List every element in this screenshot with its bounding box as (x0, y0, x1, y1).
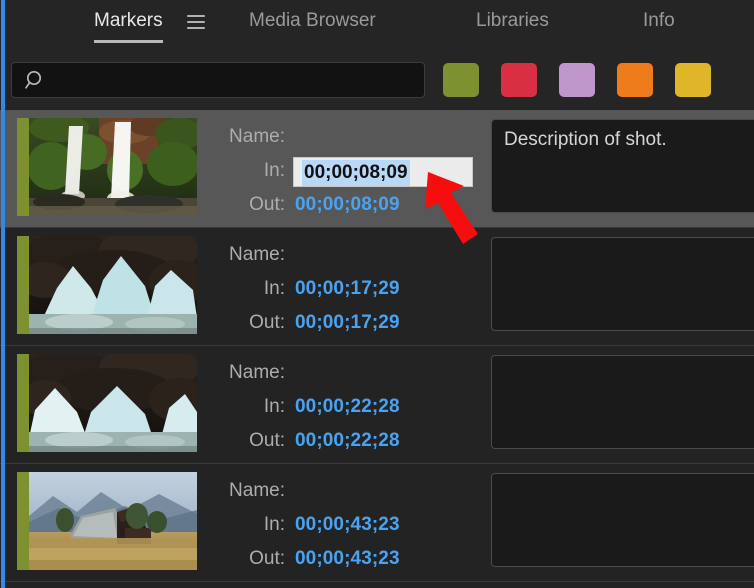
marker-out-row: Out: 00;00;22;28 (205, 424, 470, 458)
marker-fields: Name:In: 00;00;22;28 Out: 00;00;22;28 (205, 356, 470, 458)
marker-in-label: In: (205, 272, 285, 306)
tab-markers-label: Markers (94, 10, 163, 31)
tab-markers[interactable]: Markers (94, 8, 163, 42)
search-input[interactable] (11, 62, 425, 98)
tab-media-browser[interactable]: Media Browser (249, 8, 376, 42)
barn-thumbnail[interactable] (29, 472, 197, 570)
iceberg-b-thumbnail[interactable] (29, 354, 197, 452)
marker-name-label: Name: (205, 356, 285, 390)
in-timecode-input[interactable]: 00;00;08;09 (293, 157, 473, 187)
marker-color-strip[interactable] (17, 118, 29, 216)
swatch-purple[interactable] (559, 63, 595, 97)
swatch-orange[interactable] (617, 63, 653, 97)
marker-color-strip[interactable] (17, 354, 29, 452)
tab-active-underline (94, 40, 163, 43)
out-timecode-value[interactable]: 00;00;17;29 (295, 306, 400, 340)
marker-color-strip[interactable] (17, 236, 29, 334)
out-timecode-value[interactable]: 00;00;22;28 (295, 424, 400, 458)
marker-row[interactable]: Name:In: 00;00;22;28 Out: 00;00;22;28 (0, 346, 754, 464)
marker-name-label: Name: (205, 120, 285, 154)
panel-focus-indicator (1, 0, 5, 588)
marker-row[interactable]: Name:In: 00;00;08;09 Out: 00;00;08;09 Descri… (0, 110, 754, 228)
in-timecode-value[interactable]: 00;00;43;23 (295, 508, 400, 542)
search-icon (25, 70, 47, 92)
marker-in-label: In: (205, 508, 285, 542)
marker-out-label: Out: (205, 424, 285, 458)
marker-out-label: Out: (205, 188, 285, 222)
marker-in-label: In: (205, 390, 285, 424)
marker-fields: Name:In: 00;00;17;29 Out: 00;00;17;29 (205, 238, 470, 340)
marker-name-label: Name: (205, 474, 285, 508)
waterfall-thumbnail[interactable] (29, 118, 197, 216)
marker-out-row: Out: 00;00;17;29 (205, 306, 470, 340)
marker-name-row: Name: (205, 356, 470, 390)
in-timecode-value[interactable]: 00;00;22;28 (295, 390, 400, 424)
out-timecode-value[interactable]: 00;00;08;09 (295, 188, 400, 222)
marker-out-row: Out: 00;00;08;09 (205, 188, 470, 222)
marker-name-label: Name: (205, 238, 285, 272)
marker-description-input[interactable] (491, 237, 754, 331)
marker-description-input[interactable] (491, 473, 754, 567)
marker-out-row: Out: 00;00;43;23 (205, 542, 470, 576)
marker-name-row: Name: (205, 120, 470, 154)
in-timecode-selected-text: 00;00;08;09 (302, 160, 410, 186)
marker-in-row: In: 00;00;22;28 (205, 390, 470, 424)
marker-in-row: In: 00;00;17;29 (205, 272, 470, 306)
marker-row[interactable]: Name:In: 00;00;17;29 Out: 00;00;17;29 (0, 228, 754, 346)
markers-panel: Markers Media Browser Libraries Info (0, 0, 754, 588)
swatch-green[interactable] (443, 63, 479, 97)
marker-description-text: Description of shot. (504, 128, 667, 152)
tab-media-browser-label: Media Browser (249, 10, 376, 31)
out-timecode-value[interactable]: 00;00;43;23 (295, 542, 400, 576)
marker-name-row: Name: (205, 238, 470, 272)
marker-in-row: In: 00;00;08;09 (205, 154, 470, 188)
marker-in-label: In: (205, 154, 285, 188)
panel-tab-bar: Markers Media Browser Libraries Info (0, 0, 754, 52)
marker-fields: Name:In: 00;00;08;09 Out: 00;00;08;09 (205, 120, 470, 222)
hamburger-menu-icon[interactable] (187, 15, 205, 29)
marker-color-strip[interactable] (17, 472, 29, 570)
marker-out-label: Out: (205, 542, 285, 576)
marker-list[interactable]: Name:In:00;00;08;09Out:00;00;08;09Descri… (0, 110, 754, 588)
marker-out-label: Out: (205, 306, 285, 340)
marker-description-input[interactable] (491, 355, 754, 449)
marker-fields: Name:In: 00;00;43;23 Out: 00;00;43;23 (205, 474, 470, 576)
tab-info[interactable]: Info (643, 8, 675, 42)
iceberg-a-thumbnail[interactable] (29, 236, 197, 334)
tab-info-label: Info (643, 10, 675, 31)
in-timecode-value[interactable]: 00;00;17;29 (295, 272, 400, 306)
marker-description-input[interactable]: Description of shot. (491, 119, 754, 213)
search-toolbar (0, 52, 754, 110)
swatch-yellow[interactable] (675, 63, 711, 97)
marker-name-row: Name: (205, 474, 470, 508)
tab-libraries[interactable]: Libraries (476, 8, 549, 42)
marker-in-row: In: 00;00;43;23 (205, 508, 470, 542)
swatch-red[interactable] (501, 63, 537, 97)
marker-row[interactable]: Name:In: 00;00;43;23 Out: 00;00;43;23 (0, 464, 754, 582)
tab-libraries-label: Libraries (476, 10, 549, 31)
marker-color-swatches (443, 63, 711, 97)
